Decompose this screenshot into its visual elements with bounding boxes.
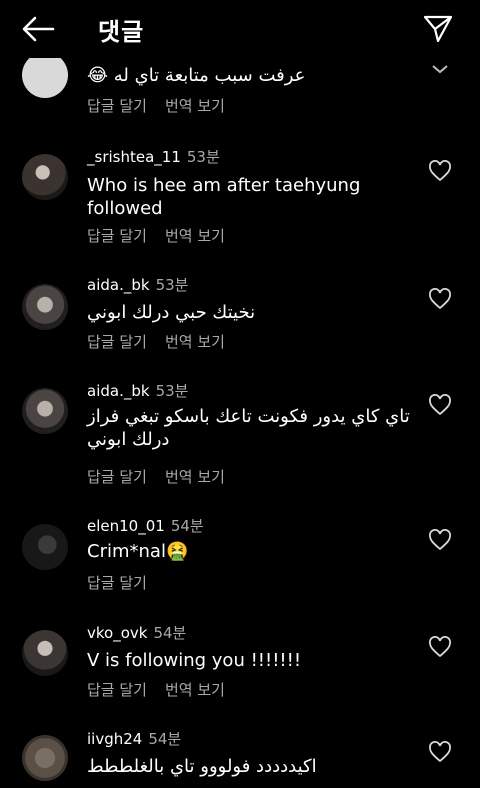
comment-actions: 답글 달기 번역 보기 xyxy=(87,679,243,700)
avatar[interactable] xyxy=(22,52,68,98)
comment-meta: _srishtea_11 53분 xyxy=(87,146,220,167)
timestamp: 53분 xyxy=(155,276,189,294)
heart-icon[interactable] xyxy=(428,529,452,551)
timestamp: 54분 xyxy=(153,624,187,642)
username[interactable]: _srishtea_11 xyxy=(87,148,181,166)
translate-button[interactable]: 번역 보기 xyxy=(165,227,225,245)
translate-button[interactable]: 번역 보기 xyxy=(165,468,225,486)
avatar[interactable] xyxy=(22,154,68,200)
username[interactable]: aida._bk xyxy=(87,276,150,294)
heart-icon[interactable] xyxy=(428,288,452,310)
reply-button[interactable]: 답글 달기 xyxy=(87,333,147,351)
username[interactable]: iivgh24 xyxy=(87,730,142,748)
comment-actions: 답글 달기 번역 보기 xyxy=(87,466,243,487)
comment-meta: iivgh24 54분 xyxy=(87,728,181,749)
heart-icon[interactable] xyxy=(428,636,452,658)
comment-meta: aida._bk 53분 xyxy=(87,274,188,295)
username[interactable]: elen10_01 xyxy=(87,517,165,535)
reply-button[interactable]: 답글 달기 xyxy=(87,97,147,115)
reply-button[interactable]: 답글 달기 xyxy=(87,227,147,245)
avatar[interactable] xyxy=(22,735,68,781)
comment-meta: vko_ovk 54분 xyxy=(87,622,186,643)
send-icon[interactable] xyxy=(422,13,454,45)
comment-text: اكيددددد فولووو تاي بالغلططط xyxy=(87,756,317,777)
comment-text: V is following you !!!!!!! xyxy=(87,650,302,671)
comment-text: Who is hee am after taehyung followed xyxy=(87,175,361,219)
heart-icon[interactable] xyxy=(428,160,452,182)
comment-actions: 답글 달기 번역 보기 xyxy=(87,225,243,246)
comment-text: نخيتك حبي درلك ابوني xyxy=(87,302,256,323)
comment-list: عرفت سبب متابعة تاي له 😂 답글 달기 번역 보기 _sri… xyxy=(0,0,480,788)
arrow-left-icon[interactable] xyxy=(20,14,56,44)
header: 댓글 xyxy=(0,0,480,58)
comment-actions: 답글 달기 번역 보기 xyxy=(87,331,243,352)
translate-button[interactable]: 번역 보기 xyxy=(165,333,225,351)
username[interactable]: aida._bk xyxy=(87,382,150,400)
timestamp: 53분 xyxy=(155,382,189,400)
translate-button[interactable]: 번역 보기 xyxy=(165,97,225,115)
comment-actions: 답글 달기 xyxy=(87,572,165,593)
chevron-down-icon[interactable] xyxy=(428,58,452,80)
heart-icon[interactable] xyxy=(428,394,452,416)
comment-meta: aida._bk 53분 xyxy=(87,380,188,401)
timestamp: 54분 xyxy=(148,730,182,748)
comment-actions: 답글 달기 번역 보기 xyxy=(87,95,243,116)
reply-button[interactable]: 답글 달기 xyxy=(87,468,147,486)
avatar[interactable] xyxy=(22,388,68,434)
timestamp: 54분 xyxy=(170,517,204,535)
timestamp: 53분 xyxy=(186,148,220,166)
translate-button[interactable]: 번역 보기 xyxy=(165,681,225,699)
comment-meta: elen10_01 54분 xyxy=(87,515,204,536)
username[interactable]: vko_ovk xyxy=(87,624,147,642)
page-title: 댓글 xyxy=(98,18,145,46)
avatar[interactable] xyxy=(22,284,68,330)
avatar[interactable] xyxy=(22,630,68,676)
comment-text: عرفت سبب متابعة تاي له 😂 xyxy=(87,65,306,86)
reply-button[interactable]: 답글 달기 xyxy=(87,574,147,592)
comment-text: Crim*nal🤮 xyxy=(87,541,189,562)
heart-icon[interactable] xyxy=(428,741,452,763)
reply-button[interactable]: 답글 달기 xyxy=(87,681,147,699)
comment-text: تاي كاي يدور فكونت تاعك باسكو تبغي فراز … xyxy=(87,406,410,450)
avatar[interactable] xyxy=(22,524,68,570)
